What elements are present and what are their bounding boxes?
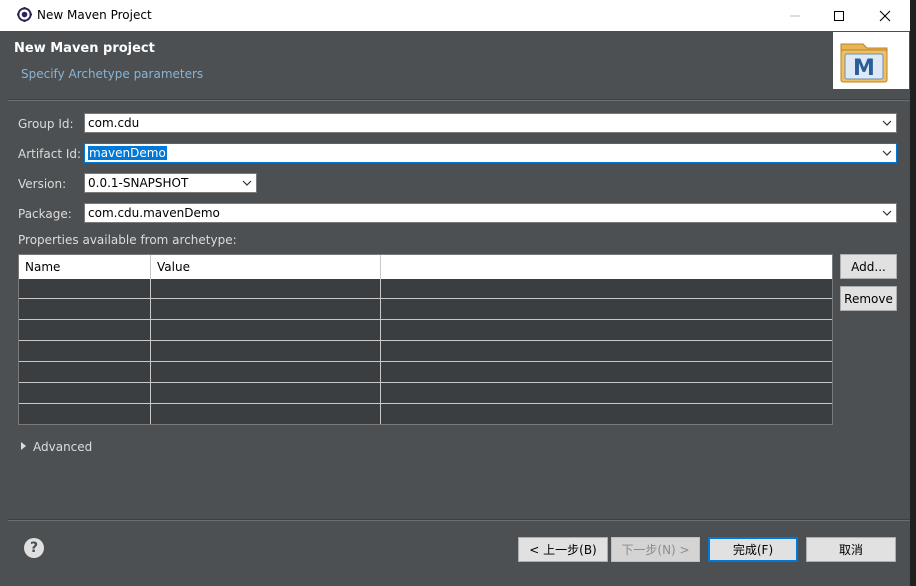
version-value: 0.0.1-SNAPSHOT xyxy=(88,176,189,190)
package-value: com.cdu.mavenDemo xyxy=(88,206,220,220)
eclipse-gear-icon xyxy=(17,7,32,22)
wizard-title: New Maven project xyxy=(14,41,155,56)
maximize-button[interactable] xyxy=(816,0,862,31)
close-button[interactable] xyxy=(862,0,908,31)
group-id-value: com.cdu xyxy=(88,116,140,130)
column-header-name[interactable]: Name xyxy=(19,255,151,279)
next-button[interactable]: 下一步(N) > xyxy=(611,537,700,562)
version-label: Version: xyxy=(18,177,67,191)
column-header-filler xyxy=(381,255,832,279)
group-id-label: Group Id: xyxy=(18,117,74,131)
minimize-button[interactable] xyxy=(772,0,818,31)
help-icon[interactable]: ? xyxy=(24,538,44,558)
artifact-id-label: Artifact Id: xyxy=(18,147,82,161)
column-divider xyxy=(150,279,151,424)
artifact-id-value: mavenDemo xyxy=(88,146,167,160)
chevron-down-icon[interactable] xyxy=(878,144,896,162)
artifact-id-combo[interactable]: mavenDemo xyxy=(84,143,897,163)
window-shadow-edge xyxy=(910,0,916,586)
group-id-combo[interactable]: com.cdu xyxy=(84,113,897,133)
table-row[interactable] xyxy=(19,321,832,341)
add-property-button[interactable]: Add... xyxy=(840,254,897,279)
package-combo[interactable]: com.cdu.mavenDemo xyxy=(84,203,897,223)
minimize-icon xyxy=(790,15,800,16)
chevron-down-icon[interactable] xyxy=(238,174,256,192)
footer-separator xyxy=(8,519,910,521)
table-row[interactable] xyxy=(19,300,832,320)
properties-table[interactable]: Name Value xyxy=(18,254,833,425)
table-row[interactable] xyxy=(19,363,832,383)
close-icon xyxy=(879,10,891,21)
new-maven-project-dialog: New Maven Project New Maven project Spec… xyxy=(0,0,911,586)
column-divider xyxy=(380,279,381,424)
properties-label: Properties available from archetype: xyxy=(18,233,237,247)
expand-triangle-icon[interactable] xyxy=(21,442,26,450)
maven-logo: M xyxy=(833,32,909,89)
version-combo[interactable]: 0.0.1-SNAPSHOT xyxy=(84,173,257,193)
table-row[interactable] xyxy=(19,279,832,299)
header-separator xyxy=(8,99,910,101)
table-row[interactable] xyxy=(19,384,832,404)
maven-logo-letter: M xyxy=(853,56,875,81)
package-label: Package: xyxy=(18,207,72,221)
title-bar[interactable]: New Maven Project xyxy=(0,0,910,31)
column-header-value[interactable]: Value xyxy=(151,255,381,279)
wizard-subtitle: Specify Archetype parameters xyxy=(21,67,204,81)
maximize-icon xyxy=(834,10,844,21)
table-header: Name Value xyxy=(19,255,832,279)
chevron-down-icon[interactable] xyxy=(878,114,896,132)
maven-folder-icon: M xyxy=(840,43,888,83)
chevron-down-icon[interactable] xyxy=(878,204,896,222)
artifact-id-selected-text: mavenDemo xyxy=(88,146,167,160)
back-button[interactable]: < 上一步(B) xyxy=(518,537,608,562)
table-row[interactable] xyxy=(19,342,832,362)
finish-button[interactable]: 完成(F) xyxy=(708,537,798,562)
cancel-button[interactable]: 取消 xyxy=(806,537,896,562)
window-title: New Maven Project xyxy=(37,8,152,22)
wizard-header: New Maven project Specify Archetype para… xyxy=(8,31,910,100)
table-row[interactable] xyxy=(19,405,832,424)
remove-property-button[interactable]: Remove xyxy=(840,286,897,311)
advanced-section-toggle[interactable]: Advanced xyxy=(33,440,92,454)
